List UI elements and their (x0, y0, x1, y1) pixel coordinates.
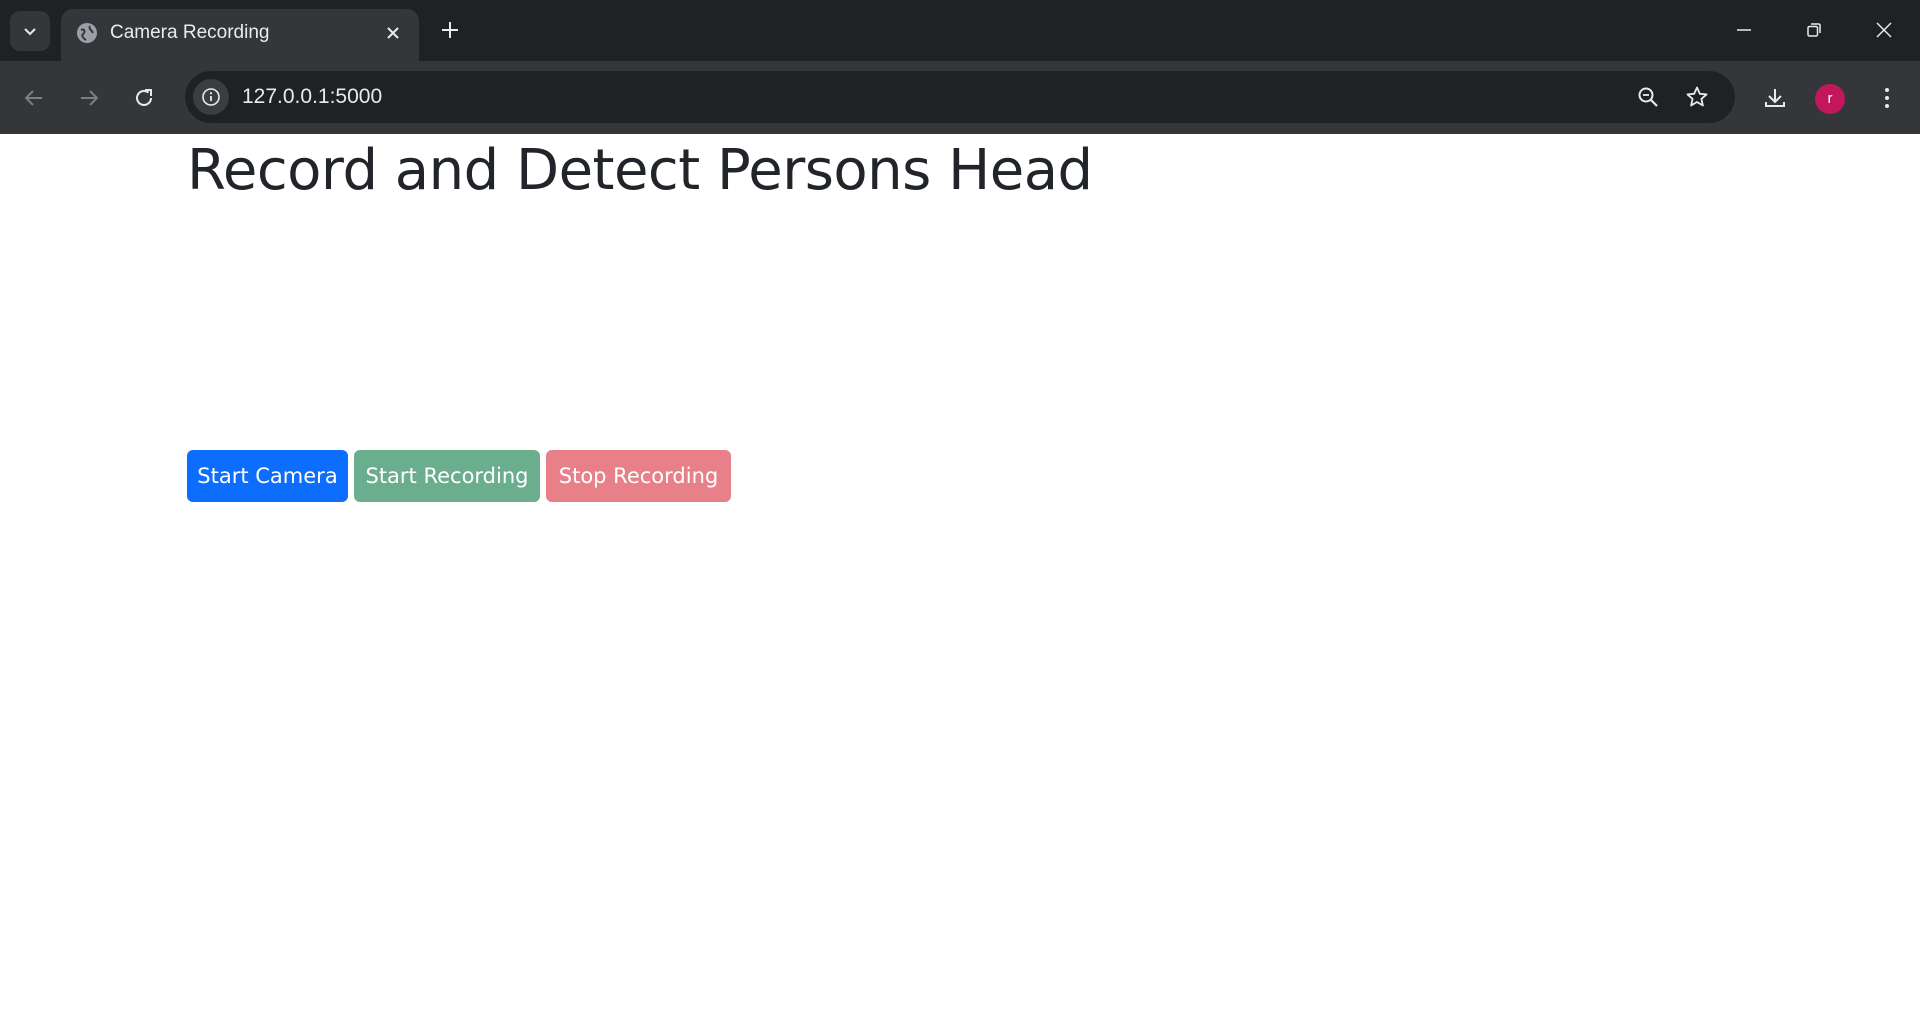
page-content: Record and Detect Persons Head Start Cam… (0, 134, 1920, 1032)
site-info-button[interactable] (193, 79, 229, 115)
start-recording-button[interactable]: Start Recording (354, 450, 540, 502)
zoom-icon (1638, 87, 1658, 107)
page-title: Record and Detect Persons Head (187, 138, 1093, 203)
download-icon (1765, 89, 1785, 107)
forward-button[interactable] (72, 81, 106, 115)
restore-icon (1807, 23, 1821, 37)
minimize-icon (1737, 29, 1751, 31)
browser-tab-strip: Camera Recording (0, 0, 1920, 61)
new-tab-button[interactable] (437, 17, 463, 43)
stop-recording-button[interactable]: Stop Recording (546, 450, 731, 502)
browser-menu-button[interactable] (1870, 81, 1904, 115)
reload-icon (136, 89, 152, 106)
info-icon (202, 88, 220, 106)
chevron-down-icon (24, 28, 36, 36)
minimize-button[interactable] (1721, 14, 1767, 46)
back-button[interactable] (17, 81, 51, 115)
active-tab[interactable]: Camera Recording (61, 9, 419, 61)
globe-icon (77, 23, 97, 43)
tab-search-button[interactable] (10, 11, 50, 51)
tab-title: Camera Recording (110, 22, 270, 43)
arrow-left-icon (24, 90, 42, 106)
reload-button[interactable] (127, 81, 161, 115)
star-icon (1686, 86, 1708, 107)
close-window-button[interactable] (1861, 14, 1907, 46)
address-bar[interactable]: 127.0.0.1:5000 (185, 71, 1735, 123)
arrow-right-icon (81, 90, 99, 106)
restore-button[interactable] (1791, 14, 1837, 46)
bookmark-button[interactable] (1683, 83, 1711, 111)
kebab-menu-icon (1885, 88, 1889, 108)
tab-close-button[interactable] (381, 21, 405, 45)
close-icon (387, 27, 399, 39)
downloads-button[interactable] (1758, 81, 1792, 115)
profile-avatar[interactable]: r (1815, 84, 1845, 114)
plus-icon (442, 22, 458, 38)
zoom-button[interactable] (1634, 83, 1662, 111)
url-text: 127.0.0.1:5000 (242, 85, 383, 108)
close-icon (1876, 22, 1892, 38)
start-camera-button[interactable]: Start Camera (187, 450, 348, 502)
browser-toolbar: 127.0.0.1:5000 r (0, 61, 1920, 134)
